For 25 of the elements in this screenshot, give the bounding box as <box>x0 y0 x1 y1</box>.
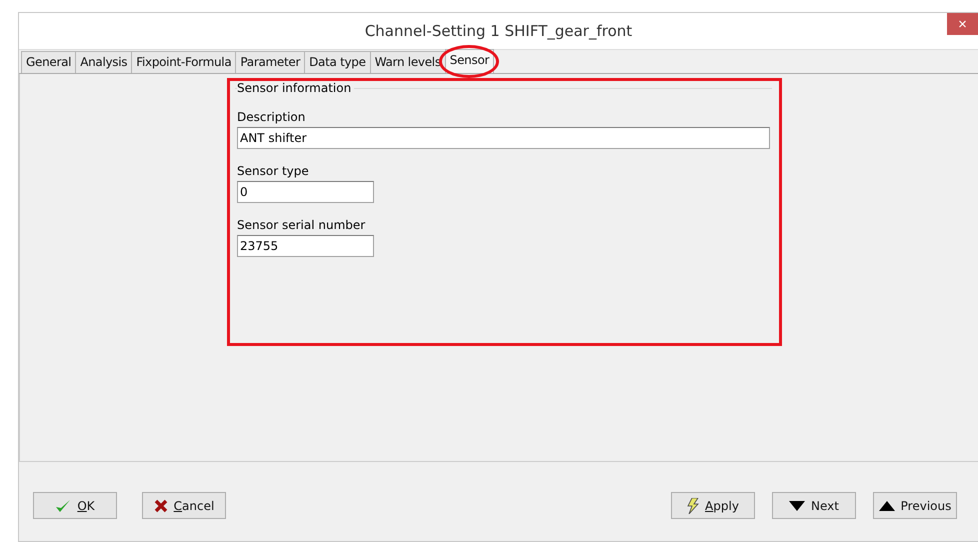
previous-button[interactable]: Previous <box>873 492 957 519</box>
up-triangle-icon <box>878 500 895 510</box>
lightning-icon <box>687 498 700 514</box>
input-field[interactable]: 23755 <box>237 235 374 257</box>
ok-button[interactable]: OK <box>33 492 117 519</box>
next-button[interactable]: Next <box>772 492 856 519</box>
tab[interactable]: General <box>21 51 76 73</box>
field-label: Sensor type <box>237 164 310 178</box>
checkmark-icon <box>55 498 72 512</box>
down-triangle-icon <box>789 500 806 510</box>
input-field[interactable]: 0 <box>237 181 374 203</box>
cancel-button[interactable]: Cancel <box>142 492 226 519</box>
tab[interactable]: Sensor <box>444 49 494 73</box>
window-title: Channel-Setting 1 SHIFT_gear_front <box>364 22 632 40</box>
tab[interactable]: Data type <box>304 51 371 73</box>
field-label: Sensor serial number <box>237 218 366 232</box>
close-button[interactable]: × <box>947 13 978 35</box>
input-field[interactable]: ANT shifter <box>237 127 770 149</box>
tab[interactable]: Fixpoint-Formula <box>131 51 236 73</box>
tab[interactable]: Analysis <box>75 51 132 73</box>
apply-button[interactable]: Apply <box>671 492 755 519</box>
cross-icon <box>154 498 168 512</box>
tab[interactable]: Parameter <box>235 51 306 73</box>
field-label: Description <box>237 110 306 124</box>
group-title: Sensor information <box>237 81 354 95</box>
